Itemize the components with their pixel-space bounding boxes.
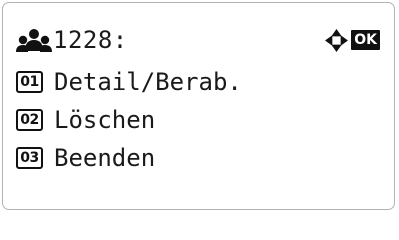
menu-item-label: Beenden — [54, 144, 156, 172]
menu-item-number: 02 — [16, 109, 43, 131]
menu-item-detail[interactable]: 01 Detail/Berab. — [16, 63, 380, 101]
screen-header: 1228: OK — [16, 23, 380, 57]
users-icon — [16, 29, 52, 52]
page-title: 1228: — [53, 26, 128, 54]
menu-item-label: Löschen — [54, 106, 156, 134]
ok-key-icon: OK — [351, 30, 380, 50]
four-way-arrow-icon — [325, 28, 349, 52]
menu-item-number: 01 — [16, 71, 43, 93]
menu-item-exit[interactable]: 03 Beenden — [16, 139, 380, 177]
menu-item-delete[interactable]: 02 Löschen — [16, 101, 380, 139]
menu-list: 01 Detail/Berab. 02 Löschen 03 Beenden — [16, 63, 380, 177]
lcd-screen: 1228: OK 01 Detail/Berab. 02 Löschen 03 … — [2, 2, 395, 210]
navigation-hint: OK — [324, 28, 380, 53]
menu-item-number: 03 — [16, 147, 43, 169]
menu-item-label: Detail/Berab. — [54, 68, 242, 96]
